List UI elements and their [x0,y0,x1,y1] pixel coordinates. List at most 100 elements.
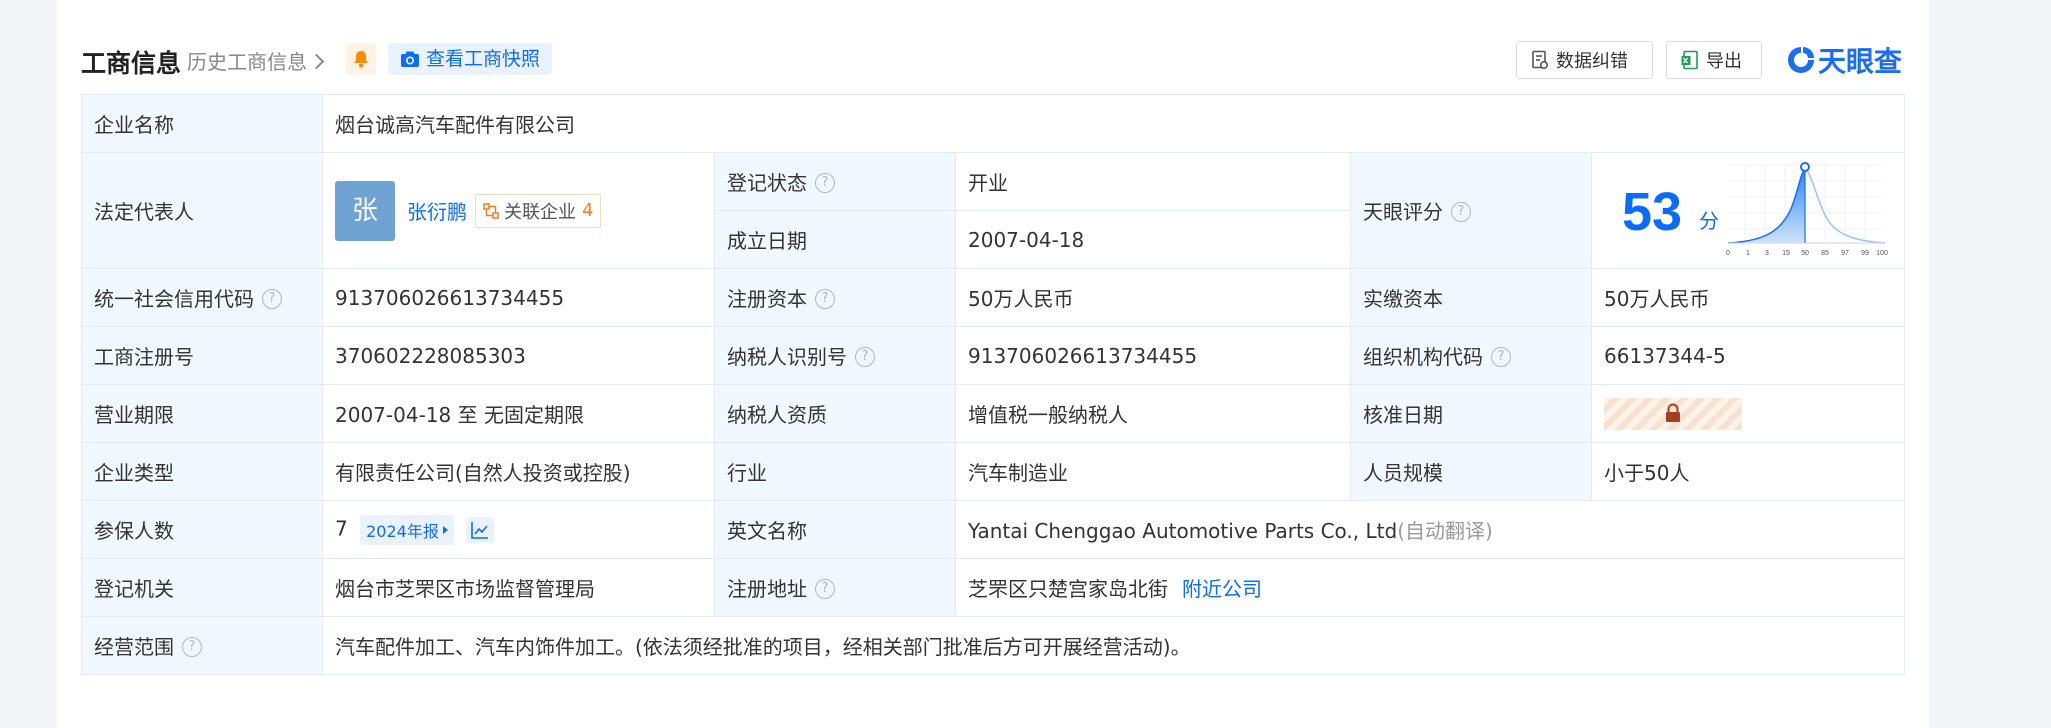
credit-code-label-text: 统一社会信用代码 [94,287,254,311]
snapshot-button[interactable]: 查看工商快照 [388,43,553,75]
biz-term-label: 营业期限 [81,384,323,443]
annual-report-badge[interactable]: 2024年报 [360,514,454,545]
history-link-label: 历史工商信息 [187,50,307,74]
biz-term-value: 2007-04-18 至 无固定期限 [322,384,715,443]
data-correction-button[interactable]: 数据纠错 [1516,41,1653,79]
help-icon[interactable]: ? [1451,201,1471,222]
help-icon[interactable]: ? [815,288,835,309]
insured-value: 7 [335,516,348,540]
reg-status-label-text: 登记状态 [727,171,807,195]
related-count: 4 [582,200,594,221]
annual-report-label: 2024年报 [366,521,439,541]
industry-value: 汽车制造业 [955,442,1351,501]
trend-chart-button[interactable] [466,516,495,543]
reg-authority-value: 烟台市芝罘区市场监督管理局 [322,558,715,617]
table-row: 参保人数 7 2024年报 英文名称 Yantai Chenggao Autom… [81,500,1905,559]
found-date-value: 2007-04-18 [955,210,1351,269]
insured-label: 参保人数 [81,500,323,559]
score-tick: 3 [1765,250,1769,257]
score-tick: 100 [1876,250,1888,257]
org-code-label-text: 组织机构代码 [1363,345,1483,369]
org-code-value: 66137344-5 [1591,326,1905,385]
help-icon[interactable]: ? [262,288,282,309]
table-row: 统一社会信用代码? 913706026613734455 注册资本? 50万人民… [81,268,1905,327]
score-marker-dot [1800,162,1810,172]
nearby-companies-link[interactable]: 附近公司 [1182,577,1262,601]
english-name-label: 英文名称 [714,500,956,559]
lock-icon [1666,403,1680,422]
business-info-table: 企业名称 烟台诚高汽车配件有限公司 法定代表人 张 张衍鹏 关联企业 4 登记状态… [81,94,1905,675]
paid-capital-value: 50万人民币 [1591,268,1905,327]
company-type-label: 企业类型 [81,442,323,501]
table-row: 企业类型 有限责任公司(自然人投资或控股) 行业 汽车制造业 人员规模 小于50… [81,442,1905,501]
legal-rep-cell: 张 张衍鹏 关联企业 4 [322,152,715,269]
score-label-text: 天眼评分 [1363,200,1443,224]
staff-size-label: 人员规模 [1350,442,1592,501]
reg-address-label: 注册地址? [714,558,956,617]
export-label: 导出 [1706,51,1742,72]
reg-address-value: 芝罘区只楚宫家岛北街 [968,577,1168,601]
table-row: 经营范围? 汽车配件加工、汽车内饰件加工。(依法须经批准的项目，经相关部门批准后… [81,616,1905,675]
reg-status-label: 登记状态? [714,152,956,211]
credit-code-value: 913706026613734455 [322,268,715,327]
credit-code-label: 统一社会信用代码? [81,268,323,327]
english-name-value: Yantai Chenggao Automotive Parts Co., Lt… [968,519,1398,543]
camera-icon [401,51,419,67]
score-label: 天眼评分? [1350,152,1592,269]
locked-value-button[interactable] [1604,397,1742,430]
score-tick: 0 [1726,250,1730,257]
company-type-value: 有限责任公司(自然人投资或控股) [322,442,715,501]
staff-size-value: 小于50人 [1591,442,1905,501]
reg-capital-label: 注册资本? [714,268,956,327]
company-name-label: 企业名称 [81,94,323,153]
score-tick: 97 [1841,250,1849,257]
org-code-label: 组织机构代码? [1350,326,1592,385]
biz-scope-label: 经营范围? [81,616,323,675]
help-icon[interactable]: ? [815,578,835,599]
tax-qual-value: 增值税一般纳税人 [955,384,1351,443]
score-cell[interactable]: 53 分 0 1 3 15 50 85 97 99 100 [1591,152,1905,269]
score-area [1728,169,1805,243]
help-icon[interactable]: ? [182,636,202,657]
score-tick: 15 [1782,250,1790,257]
table-row: 登记机关 烟台市芝罘区市场监督管理局 注册地址? 芝罘区只楚宫家岛北街 附近公司 [81,558,1905,617]
help-icon[interactable]: ? [815,172,835,193]
help-icon[interactable]: ? [855,346,875,367]
related-label: 关联企业 [504,201,576,223]
bell-icon [354,51,368,68]
legal-rep-label: 法定代表人 [81,152,323,269]
taxpayer-id-label: 纳税人识别号? [714,326,956,385]
industry-label: 行业 [714,442,956,501]
help-icon[interactable]: ? [1491,346,1511,367]
excel-icon [1681,50,1698,70]
biz-scope-value: 汽车配件加工、汽车内饰件加工。(依法须经批准的项目，经相关部门批准后方可开展经营… [322,616,1905,675]
reg-no-value: 370602228085303 [322,326,715,385]
history-link[interactable]: 历史工商信息 [187,46,325,75]
chevron-right-icon [308,53,325,70]
reg-no-label: 工商注册号 [81,326,323,385]
export-button[interactable]: 导出 [1666,41,1762,79]
reg-authority-label: 登记机关 [81,558,323,617]
legal-rep-name-link[interactable]: 张衍鹏 [407,196,467,225]
data-correction-label: 数据纠错 [1556,51,1628,72]
table-row: 工商注册号 370602228085303 纳税人识别号? 9137060266… [81,326,1905,385]
snapshot-button-label: 查看工商快照 [426,48,541,70]
score-tick: 50 [1801,250,1809,257]
english-name-cell: Yantai Chenggao Automotive Parts Co., Lt… [955,500,1905,559]
table-row: 营业期限 2007-04-18 至 无固定期限 纳税人资质 增值税一般纳税人 核… [81,384,1905,443]
triangle-right-icon [442,525,448,534]
related-companies-button[interactable]: 关联企业 4 [475,193,602,228]
reg-status-value: 开业 [955,152,1351,211]
monitor-button[interactable] [346,43,376,75]
avatar[interactable]: 张 [335,180,395,241]
company-name-value: 烟台诚高汽车配件有限公司 [322,94,1905,153]
reg-capital-value: 50万人民币 [955,268,1351,327]
score-distribution-chart: 0 1 3 15 50 85 97 99 100 [1726,162,1888,257]
edit-doc-icon [1532,50,1549,70]
score-axis: 0 1 3 15 50 85 97 99 100 [1726,250,1888,257]
tax-qual-label: 纳税人资质 [714,384,956,443]
reg-address-label-text: 注册地址 [727,577,807,601]
score-tick: 1 [1746,250,1750,257]
taxpayer-id-value: 913706026613734455 [955,326,1351,385]
insured-cell: 7 2024年报 [322,500,715,559]
